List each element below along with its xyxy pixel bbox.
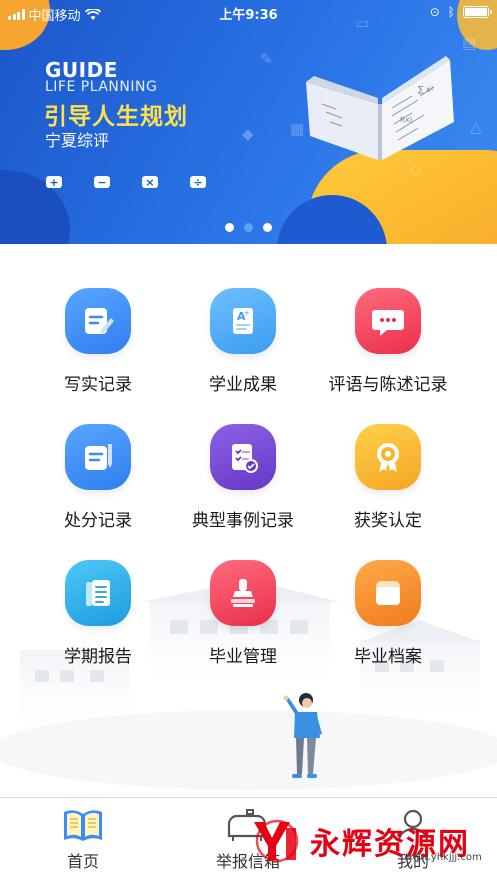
menu-item-label: 毕业管理 (209, 647, 277, 667)
menu-item-label: 学期报告 (64, 647, 132, 667)
watermark-url: www.yhkjjj.com (404, 852, 482, 863)
carousel-indicator (0, 223, 497, 232)
pencil-doodle-icon: ✎ (260, 50, 273, 68)
chat-bubble-icon (355, 288, 421, 354)
banner-carousel[interactable]: ▭ ✎ ▤ ▦ ◆ ◇ △ GUIDE LIFE PLANNING 引导人生规划… (0, 0, 497, 244)
menu-item-disciplinary-record[interactable]: 处分记录 (15, 424, 181, 544)
stamp-icon (210, 560, 276, 626)
divide-icon: ÷ (190, 176, 206, 188)
menu-item-comments-statements[interactable]: 评语与陈述记录 (305, 288, 471, 408)
menu-item-semester-report[interactable]: 学期报告 (15, 560, 181, 680)
checklist-icon (210, 424, 276, 490)
multiply-icon: × (142, 176, 158, 188)
carousel-dot-active[interactable] (244, 223, 253, 232)
menu-item-academic-results[interactable]: A + 学业成果 (160, 288, 326, 408)
svg-text:∑ x²: ∑ x² (418, 85, 434, 94)
grade-document-icon: A + (210, 288, 276, 354)
menu-item-award-recognition[interactable]: 获奖认定 (305, 424, 471, 544)
bluetooth-icon: ᛒ (447, 5, 455, 19)
watermark-emblem-icon (254, 819, 299, 863)
menu-item-label: 处分记录 (64, 511, 132, 531)
cap-doodle-icon: ◇ (410, 160, 422, 178)
minus-icon: − (94, 176, 110, 188)
menu-item-label: 评语与陈述记录 (328, 375, 448, 395)
cap-doodle-icon: ◆ (242, 125, 254, 143)
tab-home-label: 首页 (66, 852, 99, 871)
math-operators: + − × ÷ (46, 176, 206, 188)
banner-subtitle: 宁夏综评 (45, 131, 110, 150)
menu-item-label: 写实记录 (64, 375, 132, 395)
book-home-icon (64, 810, 102, 841)
svg-text:f(x): f(x) (400, 116, 412, 124)
menu-item-graduation-archive[interactable]: 毕业档案 (305, 560, 471, 680)
notebook-pen-icon (65, 424, 131, 490)
status-bar: 中国移动 上午9:36 ⊙ ᛒ (0, 0, 497, 26)
menu-item-graduation-management[interactable]: 毕业管理 (160, 560, 326, 680)
open-book-icon: ∑ x² f(x) (306, 56, 454, 160)
plus-icon: + (46, 176, 62, 188)
svg-text:+: + (244, 309, 250, 317)
edit-note-icon (65, 288, 131, 354)
menu-item-label: 典型事例记录 (192, 511, 294, 531)
carousel-dot[interactable] (263, 223, 272, 232)
menu-item-typical-cases[interactable]: 典型事例记录 (160, 424, 326, 544)
menu-item-label: 获奖认定 (354, 511, 422, 531)
clock: 上午9:36 (219, 8, 278, 23)
archive-folder-icon (355, 560, 421, 626)
menu-item-label: 毕业档案 (354, 647, 422, 667)
rotation-lock-icon: ⊙ (429, 5, 440, 19)
banner-slogan: 引导人生规划 (44, 104, 188, 130)
report-book-icon (65, 560, 131, 626)
carousel-dot[interactable] (225, 223, 234, 232)
battery-icon (463, 6, 492, 18)
tab-home[interactable]: 首页 (23, 808, 143, 872)
student-figure-illustration (283, 693, 322, 778)
medal-icon (355, 424, 421, 490)
triangle-doodle-icon: △ (470, 118, 482, 136)
book-doodle-icon: ▤ (462, 34, 477, 52)
menu-item-label: 学业成果 (209, 375, 277, 395)
banner-life-planning: LIFE PLANNING (45, 79, 158, 95)
menu-item-realistic-record[interactable]: 写实记录 (15, 288, 181, 408)
